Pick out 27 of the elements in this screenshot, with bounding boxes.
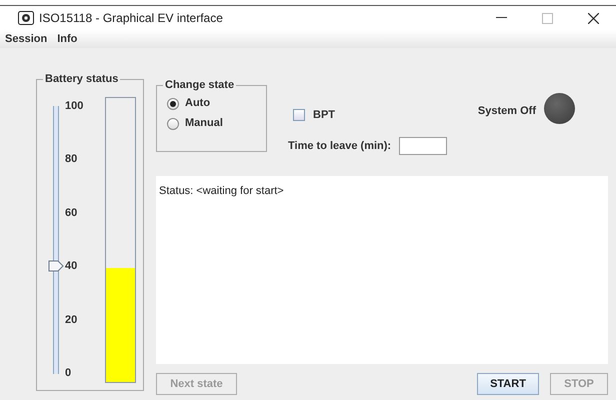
- menu-item[interactable]: Info: [52, 30, 82, 47]
- tick-label: 0: [65, 367, 72, 380]
- maximize-icon: [542, 12, 552, 24]
- panel-title: Battery status: [43, 72, 120, 86]
- close-icon: [588, 12, 598, 24]
- menu-item[interactable]: Session: [0, 30, 52, 47]
- tick-label: 100: [65, 100, 84, 112]
- slider-thumb[interactable]: [48, 260, 64, 272]
- time-to-leave-label: Time to leave (min):: [288, 138, 392, 154]
- radio-button[interactable]: [167, 98, 179, 110]
- tick-label: 40: [65, 260, 78, 272]
- tick-label: 60: [65, 206, 78, 219]
- bpt-label: BPT: [313, 108, 335, 122]
- minimize-icon: [496, 17, 506, 19]
- radio-label: Auto: [185, 96, 210, 112]
- radio-button[interactable]: [167, 118, 179, 130]
- radio-label: Manual: [185, 116, 223, 132]
- bpt-checkbox[interactable]: [293, 108, 305, 121]
- window-title: ISO15118 - Graphical EV interface: [39, 10, 223, 27]
- action-button[interactable]: START: [477, 373, 539, 395]
- time-to-leave-field[interactable]: [399, 137, 448, 155]
- tick-label: 80: [65, 153, 78, 166]
- system-label: System Off: [478, 104, 536, 118]
- tick-label: 20: [65, 314, 78, 326]
- group-title: Change state: [163, 78, 236, 92]
- app-logo-icon: [18, 11, 34, 25]
- status-text-area: Status: <waiting for start>: [156, 176, 608, 364]
